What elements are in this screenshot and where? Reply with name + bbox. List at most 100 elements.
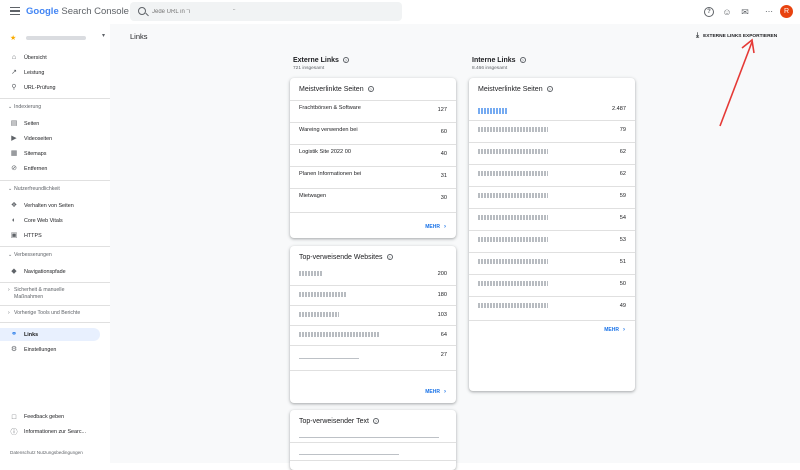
redacted-label	[478, 149, 548, 154]
row-value: 51	[619, 259, 626, 265]
section-title: Vorherige Tools und Berichte	[14, 310, 81, 316]
url-inspect-search[interactable]	[130, 2, 402, 21]
help-icon[interactable]: ?	[519, 57, 526, 64]
section-experience[interactable]: ⌄ Nutzerfreundlichkeit	[8, 186, 108, 192]
help-icon[interactable]: ?	[546, 86, 553, 93]
sidebar-item-label: Core Web Vitals	[24, 217, 63, 224]
menu-icon[interactable]	[10, 7, 20, 15]
footer-links[interactable]: Datenschutz Nutzungsbedingungen	[10, 450, 83, 455]
table-row[interactable]: 2.487	[469, 100, 635, 120]
sidebar-item-label: Videoseiten	[24, 135, 53, 142]
feedback-button[interactable]: □ Feedback geben	[0, 414, 110, 426]
row-value: 49	[619, 303, 626, 309]
feedback-label: Feedback geben	[24, 414, 65, 420]
row-label: Wareing verwenden bei	[299, 127, 358, 133]
row-value: 54	[619, 215, 626, 221]
sidebar-item-sitemaps[interactable]: ▦ Sitemaps	[0, 147, 110, 160]
chevron-right-icon: ›	[444, 224, 446, 230]
table-row[interactable]: 50	[469, 274, 635, 296]
main-content: Links ⤓ EXTERNE LINKS EXPORTIEREN Extern…	[110, 24, 800, 470]
sidebar-item-performance[interactable]: ↗ Leistung	[0, 66, 110, 79]
sidebar-item-videos[interactable]: ▶ Videoseiten	[0, 132, 110, 145]
table-row[interactable]: 103	[290, 305, 456, 325]
section-indexing[interactable]: ⌄ Indexierung	[8, 104, 108, 110]
about-label: Informationen zur Searc...	[24, 429, 87, 435]
export-external-links-button[interactable]: ⤓ EXTERNE LINKS EXPORTIEREN	[696, 31, 777, 41]
row-value: 62	[619, 149, 626, 155]
table-row[interactable]: 27	[290, 345, 456, 365]
table-row[interactable]: Wareing verwenden bei 60	[290, 122, 456, 144]
remove-icon: ⊘	[11, 164, 17, 172]
help-icon[interactable]: ?	[386, 254, 393, 261]
sidebar-item-pages[interactable]: ▤ Seiten	[0, 117, 110, 130]
row-label: Frachtbörsen & Software	[299, 105, 361, 111]
about-button[interactable]: ⓘ Informationen zur Searc...	[0, 429, 110, 441]
more-label: MEHR	[604, 327, 619, 333]
table-row[interactable]: 62	[469, 164, 635, 186]
more-label: MEHR	[425, 224, 440, 230]
redacted-label	[478, 237, 548, 242]
export-label: EXTERNE LINKS EXPORTIEREN	[703, 33, 778, 39]
table-row[interactable]: 79	[469, 120, 635, 142]
table-row[interactable]: 49	[469, 296, 635, 318]
section-enhancements[interactable]: ⌄ Verbesserungen	[8, 252, 108, 258]
breadcrumb-icon: ◆	[11, 267, 17, 275]
row-value: 60	[440, 129, 447, 135]
more-button[interactable]: MEHR ›	[604, 327, 625, 333]
help-icon[interactable]: ?	[372, 418, 379, 425]
redacted-link	[478, 108, 508, 114]
sidebar-item-label: Übersicht	[24, 54, 47, 61]
sidebar-item-breadcrumbs[interactable]: ◆ Navigationspfade	[0, 265, 110, 278]
table-row[interactable]: 51	[469, 252, 635, 274]
search-input[interactable]	[152, 5, 392, 18]
property-icon: ★	[10, 35, 17, 42]
sidebar-item-label: Verhalten von Seiten	[24, 202, 74, 209]
sidebar-item-url-inspection[interactable]: ⚲ URL-Prüfung	[0, 81, 110, 94]
table-row[interactable]: Mietwagen 30	[290, 188, 456, 210]
table-row[interactable]: Frachtbörsen & Software 127	[290, 100, 456, 122]
sidebar-item-removals[interactable]: ⊘ Entfernen	[0, 162, 110, 175]
home-icon: ⌂	[11, 53, 17, 61]
sidebar-item-links[interactable]: ⚭ Links	[0, 328, 100, 341]
section-security[interactable]: › Sicherheit & manuelle	[8, 287, 108, 293]
table-row[interactable]: Planen Informationen bei 31	[290, 166, 456, 188]
table-row[interactable]: 59	[469, 186, 635, 208]
row-value: 40	[440, 151, 447, 157]
help-icon[interactable]: ?	[342, 57, 349, 64]
avatar[interactable]: R	[780, 5, 793, 18]
section-title: Nutzerfreundlichkeit	[14, 186, 60, 192]
property-name-redacted	[26, 36, 87, 40]
bell-icon[interactable]: ✉	[740, 7, 750, 17]
internal-top-pages-card: Meistverlinkte Seiten? 2.487 79 62 62 59…	[469, 78, 635, 391]
divider	[0, 180, 110, 181]
sidebar-item-page-experience[interactable]: ❖ Verhalten von Seiten	[0, 199, 110, 212]
table-row[interactable]: Logistik Site 2022 00 40	[290, 144, 456, 166]
table-row[interactable]: 200	[290, 265, 456, 285]
redacted-label	[478, 193, 548, 198]
search-icon	[138, 7, 146, 15]
table-row[interactable]: 62	[469, 142, 635, 164]
table-row[interactable]: 64	[290, 325, 456, 345]
sidebar-item-core-web-vitals[interactable]: ◐ Core Web Vitals	[0, 214, 110, 227]
help-icon[interactable]: ?	[367, 86, 374, 93]
table-row[interactable]: 54	[469, 208, 635, 230]
property-selector[interactable]: ★ ▾	[10, 32, 110, 44]
sidebar-item-settings[interactable]: ⚙ Einstellungen	[0, 343, 110, 356]
people-icon[interactable]: ☺	[722, 7, 732, 17]
apps-icon[interactable]: ⋯	[764, 7, 774, 17]
info-icon: ⓘ	[10, 429, 18, 436]
table-row[interactable]: 180	[290, 285, 456, 305]
sidebar-item-overview[interactable]: ⌂ Übersicht	[0, 51, 110, 64]
help-icon[interactable]: ?	[704, 7, 714, 17]
table-row[interactable]: 53	[469, 230, 635, 252]
more-button[interactable]: MEHR ›	[425, 389, 446, 395]
sidebar-item-label: Seiten	[24, 120, 40, 127]
row-value: 79	[619, 127, 626, 133]
card-title: Meistverlinkte Seiten?	[478, 86, 553, 93]
card-title-text: Meistverlinkte Seiten	[478, 86, 543, 93]
section-legacy-tools[interactable]: › Vorherige Tools und Berichte	[8, 310, 108, 316]
more-button[interactable]: MEHR ›	[425, 224, 446, 230]
row-value: 50	[619, 281, 626, 287]
app-logo[interactable]: Google Search Console	[26, 6, 129, 17]
sidebar-item-https[interactable]: ▣ HTTPS	[0, 229, 110, 242]
